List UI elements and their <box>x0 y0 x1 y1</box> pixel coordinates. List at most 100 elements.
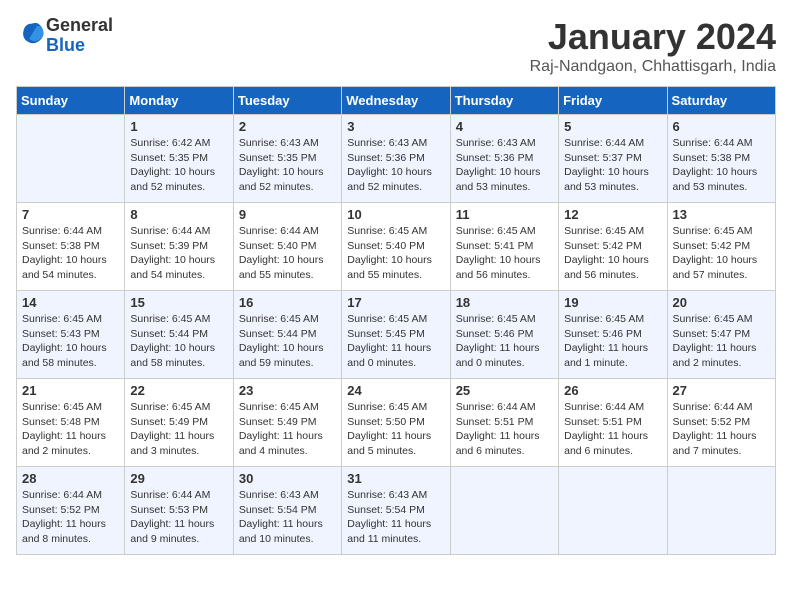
day-number: 9 <box>239 207 336 222</box>
page-header: General Blue January 2024 Raj-Nandgaon, … <box>16 16 776 76</box>
day-info: Sunrise: 6:44 AM Sunset: 5:52 PM Dayligh… <box>673 400 770 459</box>
day-cell: 15 Sunrise: 6:45 AM Sunset: 5:44 PM Dayli… <box>125 291 233 379</box>
day-info: Sunrise: 6:45 AM Sunset: 5:50 PM Dayligh… <box>347 400 444 459</box>
day-info: Sunrise: 6:44 AM Sunset: 5:38 PM Dayligh… <box>22 224 119 283</box>
day-cell: 11 Sunrise: 6:45 AM Sunset: 5:41 PM Dayli… <box>450 203 558 291</box>
day-info: Sunrise: 6:43 AM Sunset: 5:54 PM Dayligh… <box>239 488 336 547</box>
day-number: 8 <box>130 207 227 222</box>
day-info: Sunrise: 6:45 AM Sunset: 5:44 PM Dayligh… <box>130 312 227 371</box>
day-cell <box>17 115 125 203</box>
day-info: Sunrise: 6:44 AM Sunset: 5:39 PM Dayligh… <box>130 224 227 283</box>
day-cell: 13Sunrise: 6:45 AM Sunset: 5:42 PM Dayli… <box>667 203 775 291</box>
calendar-title: January 2024 <box>530 16 776 58</box>
day-cell: 23 Sunrise: 6:45 AM Sunset: 5:49 PM Dayli… <box>233 379 341 467</box>
day-number: 30 <box>239 471 336 486</box>
header-cell-friday: Friday <box>559 87 667 115</box>
day-cell <box>559 467 667 555</box>
day-info: Sunrise: 6:43 AM Sunset: 5:35 PM Dayligh… <box>239 136 336 195</box>
calendar-table: SundayMondayTuesdayWednesdayThursdayFrid… <box>16 86 776 555</box>
day-number: 22 <box>130 383 227 398</box>
day-cell <box>667 467 775 555</box>
day-number: 19 <box>564 295 661 310</box>
day-number: 18 <box>456 295 553 310</box>
logo-text: General Blue <box>46 16 113 56</box>
day-number: 2 <box>239 119 336 134</box>
day-info: Sunrise: 6:45 AM Sunset: 5:49 PM Dayligh… <box>239 400 336 459</box>
day-cell: 21 Sunrise: 6:45 AM Sunset: 5:48 PM Dayli… <box>17 379 125 467</box>
day-number: 26 <box>564 383 661 398</box>
day-info: Sunrise: 6:44 AM Sunset: 5:38 PM Dayligh… <box>673 136 770 195</box>
calendar-subtitle: Raj-Nandgaon, Chhattisgarh, India <box>530 58 776 76</box>
header-cell-saturday: Saturday <box>667 87 775 115</box>
day-cell: 9 Sunrise: 6:44 AM Sunset: 5:40 PM Daylig… <box>233 203 341 291</box>
day-number: 24 <box>347 383 444 398</box>
header-cell-tuesday: Tuesday <box>233 87 341 115</box>
day-info: Sunrise: 6:44 AM Sunset: 5:53 PM Dayligh… <box>130 488 227 547</box>
day-number: 20 <box>673 295 770 310</box>
day-cell: 30 Sunrise: 6:43 AM Sunset: 5:54 PM Dayli… <box>233 467 341 555</box>
day-info: Sunrise: 6:45 AM Sunset: 5:46 PM Dayligh… <box>456 312 553 371</box>
day-number: 10 <box>347 207 444 222</box>
week-row-5: 28 Sunrise: 6:44 AM Sunset: 5:52 PM Dayli… <box>17 467 776 555</box>
day-cell: 26 Sunrise: 6:44 AM Sunset: 5:51 PM Dayli… <box>559 379 667 467</box>
day-cell: 22 Sunrise: 6:45 AM Sunset: 5:49 PM Dayli… <box>125 379 233 467</box>
day-info: Sunrise: 6:45 AM Sunset: 5:40 PM Dayligh… <box>347 224 444 283</box>
week-row-2: 7 Sunrise: 6:44 AM Sunset: 5:38 PM Daylig… <box>17 203 776 291</box>
day-cell <box>450 467 558 555</box>
day-number: 6 <box>673 119 770 134</box>
day-number: 1 <box>130 119 227 134</box>
day-info: Sunrise: 6:43 AM Sunset: 5:36 PM Dayligh… <box>456 136 553 195</box>
day-cell: 3Sunrise: 6:43 AM Sunset: 5:36 PM Daylig… <box>342 115 450 203</box>
day-number: 15 <box>130 295 227 310</box>
week-row-3: 14Sunrise: 6:45 AM Sunset: 5:43 PM Dayli… <box>17 291 776 379</box>
day-info: Sunrise: 6:44 AM Sunset: 5:51 PM Dayligh… <box>564 400 661 459</box>
day-cell: 4 Sunrise: 6:43 AM Sunset: 5:36 PM Daylig… <box>450 115 558 203</box>
logo-blue: Blue <box>46 35 85 55</box>
day-info: Sunrise: 6:45 AM Sunset: 5:42 PM Dayligh… <box>673 224 770 283</box>
day-info: Sunrise: 6:45 AM Sunset: 5:41 PM Dayligh… <box>456 224 553 283</box>
day-cell: 6 Sunrise: 6:44 AM Sunset: 5:38 PM Daylig… <box>667 115 775 203</box>
week-row-4: 21 Sunrise: 6:45 AM Sunset: 5:48 PM Dayli… <box>17 379 776 467</box>
day-cell: 14Sunrise: 6:45 AM Sunset: 5:43 PM Dayli… <box>17 291 125 379</box>
day-info: Sunrise: 6:45 AM Sunset: 5:49 PM Dayligh… <box>130 400 227 459</box>
day-number: 28 <box>22 471 119 486</box>
day-number: 31 <box>347 471 444 486</box>
day-cell: 1 Sunrise: 6:42 AM Sunset: 5:35 PM Daylig… <box>125 115 233 203</box>
header-cell-monday: Monday <box>125 87 233 115</box>
day-number: 5 <box>564 119 661 134</box>
header-row: SundayMondayTuesdayWednesdayThursdayFrid… <box>17 87 776 115</box>
logo-general: General <box>46 15 113 35</box>
day-number: 21 <box>22 383 119 398</box>
day-info: Sunrise: 6:44 AM Sunset: 5:52 PM Dayligh… <box>22 488 119 547</box>
day-number: 29 <box>130 471 227 486</box>
day-info: Sunrise: 6:43 AM Sunset: 5:36 PM Dayligh… <box>347 136 444 195</box>
day-number: 7 <box>22 207 119 222</box>
day-cell: 7 Sunrise: 6:44 AM Sunset: 5:38 PM Daylig… <box>17 203 125 291</box>
day-info: Sunrise: 6:45 AM Sunset: 5:43 PM Dayligh… <box>22 312 119 371</box>
day-cell: 2 Sunrise: 6:43 AM Sunset: 5:35 PM Daylig… <box>233 115 341 203</box>
day-number: 17 <box>347 295 444 310</box>
week-row-1: 1 Sunrise: 6:42 AM Sunset: 5:35 PM Daylig… <box>17 115 776 203</box>
day-info: Sunrise: 6:45 AM Sunset: 5:45 PM Dayligh… <box>347 312 444 371</box>
logo-icon <box>18 19 46 47</box>
day-info: Sunrise: 6:45 AM Sunset: 5:48 PM Dayligh… <box>22 400 119 459</box>
day-cell: 10 Sunrise: 6:45 AM Sunset: 5:40 PM Dayli… <box>342 203 450 291</box>
logo: General Blue <box>16 16 113 56</box>
day-info: Sunrise: 6:42 AM Sunset: 5:35 PM Dayligh… <box>130 136 227 195</box>
day-cell: 27Sunrise: 6:44 AM Sunset: 5:52 PM Dayli… <box>667 379 775 467</box>
day-cell: 20Sunrise: 6:45 AM Sunset: 5:47 PM Dayli… <box>667 291 775 379</box>
day-number: 16 <box>239 295 336 310</box>
day-number: 11 <box>456 207 553 222</box>
day-number: 23 <box>239 383 336 398</box>
day-number: 4 <box>456 119 553 134</box>
day-info: Sunrise: 6:43 AM Sunset: 5:54 PM Dayligh… <box>347 488 444 547</box>
header-cell-sunday: Sunday <box>17 87 125 115</box>
day-info: Sunrise: 6:44 AM Sunset: 5:40 PM Dayligh… <box>239 224 336 283</box>
day-cell: 19Sunrise: 6:45 AM Sunset: 5:46 PM Dayli… <box>559 291 667 379</box>
day-cell: 5 Sunrise: 6:44 AM Sunset: 5:37 PM Daylig… <box>559 115 667 203</box>
header-cell-wednesday: Wednesday <box>342 87 450 115</box>
day-cell: 31 Sunrise: 6:43 AM Sunset: 5:54 PM Dayli… <box>342 467 450 555</box>
day-info: Sunrise: 6:44 AM Sunset: 5:37 PM Dayligh… <box>564 136 661 195</box>
day-cell: 24 Sunrise: 6:45 AM Sunset: 5:50 PM Dayli… <box>342 379 450 467</box>
day-cell: 25Sunrise: 6:44 AM Sunset: 5:51 PM Dayli… <box>450 379 558 467</box>
